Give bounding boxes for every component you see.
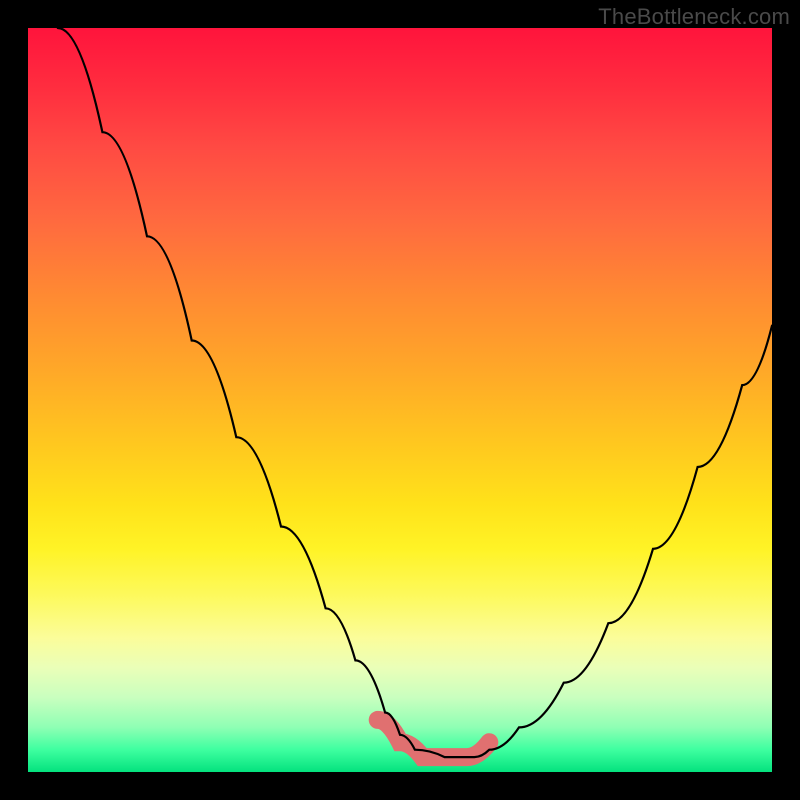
curve-layer — [28, 28, 772, 772]
chart-frame: TheBottleneck.com — [0, 0, 800, 800]
bottleneck-curve — [58, 28, 772, 757]
watermark-text: TheBottleneck.com — [598, 4, 790, 30]
